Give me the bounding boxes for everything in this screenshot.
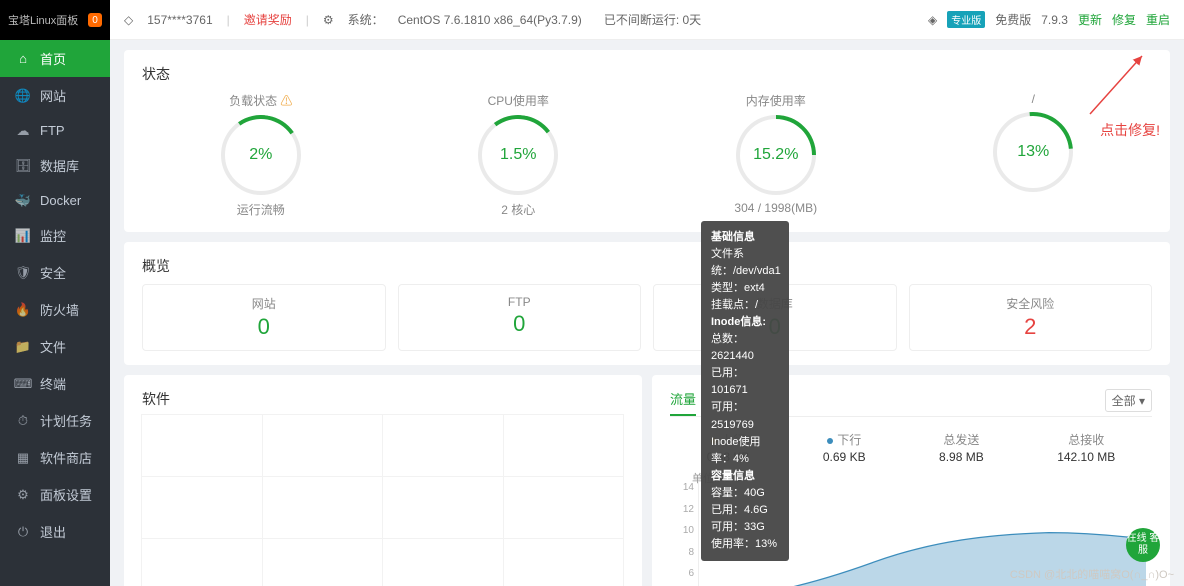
nav-terminal[interactable]: ⌨ 终端 [0,365,110,402]
nav-fire[interactable]: 🔥 防火墙 [0,291,110,328]
nav-globe[interactable]: 🌐 网站 [0,77,110,114]
terminal-icon: ⌨ [16,377,30,391]
nav-monitor[interactable]: 📊 监控 [0,217,110,254]
chevron-down-icon: ▾ [1139,394,1145,408]
uptime: 已不间断运行: 0天 [604,11,701,28]
nav-label: 首页 [40,49,66,68]
repair-link[interactable]: 修复 [1112,11,1136,28]
nav-grid[interactable]: ▦ 软件商店 [0,439,110,476]
gear-icon: ⚙ [323,13,334,27]
nav-label: 网站 [40,86,66,105]
diamond-icon: ◈ [928,13,937,27]
metric-2: 总发送 8.98 MB [939,431,984,464]
sys-label: 系统： [348,11,384,28]
status-card: 状态 负载状态 ⚠ 2% 运行流畅 CPU使用率 1.5% 2 核心 内存使用率… [124,50,1170,232]
gauge-3[interactable]: / 13% [915,92,1153,218]
nav-label: Docker [40,193,81,208]
traffic-filter[interactable]: 全部 ▾ [1105,389,1152,412]
overview-0[interactable]: 网站 0 [142,284,386,351]
clock-icon: ⏱ [16,414,30,428]
update-link[interactable]: 更新 [1078,11,1102,28]
nav-label: 监控 [40,226,66,245]
gauge-ring: 2% [221,115,301,195]
nav-docker[interactable]: 🐳 Docker [0,184,110,217]
nav-cloud[interactable]: ☁ FTP [0,114,110,147]
version-label: 7.9.3 [1041,13,1068,27]
exit-icon: ⏻ [16,525,30,539]
topbar: ◇ 157****3761 | 邀请奖励 | ⚙ 系统： CentOS 7.6.… [110,0,1184,40]
nav-label: 软件商店 [40,448,92,467]
overview-title: 概览 [142,256,1152,276]
home-icon: ⌂ [16,52,30,66]
nav-clock[interactable]: ⏱ 计划任务 [0,402,110,439]
nav-folder[interactable]: 📁 文件 [0,328,110,365]
overview-card: 概览 网站 0 FTP 0 数据库 0 安全风险 2 [124,242,1170,365]
nav-label: 防火墙 [40,300,79,319]
nav-gear[interactable]: ⚙ 面板设置 [0,476,110,513]
support-button[interactable]: 在线 客服 [1126,528,1160,562]
invite-link[interactable]: 邀请奖励 [244,11,292,28]
cloud-icon: ☁ [16,124,30,138]
restart-link[interactable]: 重启 [1146,11,1170,28]
nav-db[interactable]: 🗄 数据库 [0,147,110,184]
sidebar: 宝塔Linux面板 0 ⌂ 首页 🌐 网站 ☁ FTP 🗄 数据库 🐳 Dock… [0,0,110,586]
overview-1[interactable]: FTP 0 [398,284,642,351]
software-title: 软件 [142,389,624,409]
shield-icon: 🛡 [16,266,30,280]
disk-tooltip: 基础信息 文件系统：/dev/vda1 类型：ext4 挂载点：/ Inode信… [701,221,789,561]
monitor-icon: 📊 [16,229,30,243]
nav-label: 退出 [40,522,66,541]
metric-3: 总接收 142.10 MB [1057,431,1115,464]
user-label: 157****3761 [147,13,212,27]
nav-label: 数据库 [40,156,79,175]
sys-value: CentOS 7.6.1810 x86_64(Py3.7.9) [398,13,582,27]
gauge-ring: 15.2% [736,115,816,195]
nav-label: 终端 [40,374,66,393]
nav-label: 计划任务 [40,411,92,430]
fire-icon: 🔥 [16,303,30,317]
nav-label: 面板设置 [40,485,92,504]
docker-icon: 🐳 [16,194,30,208]
gauge-2[interactable]: 内存使用率 15.2% 304 / 1998(MB) [657,92,895,218]
overview-3[interactable]: 安全风险 2 [909,284,1153,351]
watermark: CSDN @北北的喵喵窝O(∩_∩)O~ [1010,566,1174,582]
logo: 宝塔Linux面板 0 [0,0,110,40]
gear-icon: ⚙ [16,488,30,502]
user-icon: ◇ [124,13,133,27]
nav-label: FTP [40,123,65,138]
folder-icon: 📁 [16,340,30,354]
status-title: 状态 [142,64,1152,84]
metric-1: 下行 0.69 KB [823,431,866,464]
globe-icon: 🌐 [16,89,30,103]
nav-shield[interactable]: 🛡 安全 [0,254,110,291]
logo-badge: 0 [88,13,102,27]
edition-label: 免费版 [995,11,1031,28]
nav-label: 文件 [40,337,66,356]
logo-text: 宝塔Linux面板 [8,12,78,28]
grid-icon: ▦ [16,451,30,465]
gauge-0[interactable]: 负载状态 ⚠ 2% 运行流畅 [142,92,380,218]
nav-home[interactable]: ⌂ 首页 [0,40,110,77]
gauge-1[interactable]: CPU使用率 1.5% 2 核心 [400,92,638,218]
db-icon: 🗄 [16,159,30,173]
nav-label: 安全 [40,263,66,282]
gauge-ring: 13% [993,112,1073,192]
tab-traffic[interactable]: 流量 [670,389,696,416]
software-card: 软件 [124,375,642,586]
software-grid [142,415,624,586]
nav-exit[interactable]: ⏻ 退出 [0,513,110,550]
main: ◇ 157****3761 | 邀请奖励 | ⚙ 系统： CentOS 7.6.… [110,0,1184,586]
gauge-ring: 1.5% [478,115,558,195]
pro-badge: 专业版 [947,11,985,28]
